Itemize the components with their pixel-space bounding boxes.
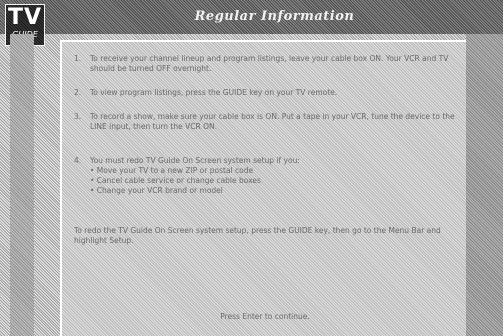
step-number: 3.	[74, 112, 82, 121]
step-text: To receive your channel lineup and progr…	[90, 54, 449, 73]
bullet-item: • Change your VCR brand or model	[90, 186, 223, 195]
step-text: To record a show, make sure your cable b…	[90, 112, 455, 131]
logo-text: TV	[7, 5, 43, 30]
step-1: 1. To receive your channel lineup and pr…	[74, 54, 462, 74]
info-panel: 1. To receive your channel lineup and pr…	[60, 40, 466, 336]
step-4: 4. You must redo TV Guide On Screen syst…	[74, 156, 462, 196]
step-number: 1.	[74, 54, 82, 63]
step-text: You must redo TV Guide On Screen system …	[90, 156, 300, 165]
step-2: 2. To view program listings, press the G…	[74, 88, 462, 98]
page-title: Regular Information	[194, 9, 355, 24]
left-rail	[10, 34, 34, 336]
bullet-item: • Cancel cable service or change cable b…	[90, 176, 261, 185]
bullet-item: • Move your TV to a new ZIP or postal co…	[90, 166, 254, 175]
step-number: 2.	[74, 88, 82, 97]
step-3: 3. To record a show, make sure your cabl…	[74, 112, 462, 132]
continue-prompt[interactable]: Press Enter to continue.	[62, 312, 468, 322]
step-number: 4.	[74, 156, 82, 165]
step-text: To view program listings, press the GUID…	[90, 88, 338, 97]
setup-instructions: To redo the TV Guide On Screen system se…	[74, 226, 441, 245]
right-rail	[466, 34, 503, 336]
